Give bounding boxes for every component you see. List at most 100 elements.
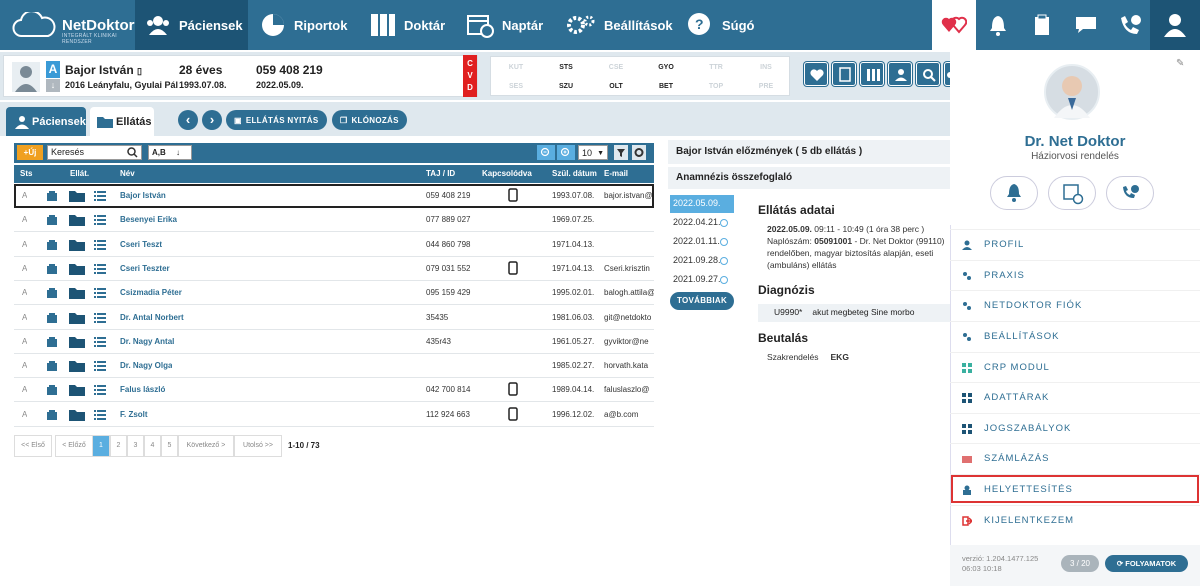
page-button[interactable]: 3	[127, 435, 144, 457]
search-button[interactable]	[916, 62, 940, 86]
list-icon[interactable]	[94, 409, 106, 424]
folder-icon[interactable]	[69, 336, 85, 351]
table-row[interactable]: A Falus lászló 042 700 814 1989.04.14. falus…	[14, 378, 654, 403]
col-sts[interactable]: Sts	[20, 169, 32, 178]
profile-notifications-button[interactable]	[990, 176, 1038, 210]
close-icon[interactable]	[720, 219, 728, 227]
care-box-icon[interactable]	[46, 360, 58, 375]
user-menu-button[interactable]	[1150, 0, 1200, 50]
table-row[interactable]: A Dr. Nagy Olga 1985.02.27. horvath.kata	[14, 354, 654, 379]
first-page-button[interactable]: << Első	[14, 435, 52, 457]
heart-rate-button[interactable]	[804, 62, 828, 86]
menu-settings[interactable]: BEÁLLÍTÁSOK	[950, 321, 1200, 351]
filter-button[interactable]	[614, 145, 628, 160]
binders-button[interactable]	[860, 62, 884, 86]
list-icon[interactable]	[94, 190, 106, 205]
care-box-icon[interactable]	[46, 239, 58, 254]
care-box-icon[interactable]	[46, 263, 58, 278]
col-connected[interactable]: Kapcsolódva	[482, 169, 532, 178]
search-input[interactable]: Keresés	[47, 145, 142, 160]
col-name[interactable]: Név	[120, 169, 135, 178]
list-icon[interactable]	[94, 214, 106, 229]
table-row[interactable]: A Dr. Nagy Antal 435r43 1961.05.27. gyviktor…	[14, 330, 654, 354]
nav-calendar[interactable]: Naptár	[466, 0, 543, 50]
brand-logo[interactable]: NetDoktor INTEGRÁLT KLINIKAI RENDSZER	[0, 0, 135, 50]
folder-icon[interactable]	[69, 263, 85, 278]
folder-icon[interactable]	[69, 360, 85, 375]
next-page-button[interactable]: Következő >	[178, 435, 234, 457]
list-icon[interactable]	[94, 360, 106, 375]
history-date-item[interactable]: 2022.01.11.	[670, 233, 734, 251]
care-box-icon[interactable]	[46, 312, 58, 327]
new-patient-button[interactable]: +Új	[17, 145, 43, 160]
close-icon[interactable]	[720, 257, 728, 265]
list-icon[interactable]	[94, 312, 106, 327]
profile-calls-button[interactable]	[1106, 176, 1154, 210]
table-row[interactable]: A Cseri Teszt 044 860 798 1971.04.13.	[14, 233, 654, 257]
tab-patients[interactable]: Páciensek	[6, 107, 86, 136]
menu-repositories[interactable]: ADATTÁRAK	[950, 382, 1200, 412]
close-icon[interactable]	[720, 238, 728, 246]
nav-help[interactable]: ? Súgó	[686, 0, 755, 50]
cvd-badge[interactable]: CVD	[463, 55, 477, 97]
page-button[interactable]: 4	[144, 435, 161, 457]
folder-icon[interactable]	[69, 214, 85, 229]
clone-button[interactable]: ❐ KLÓNOZÁS	[332, 110, 407, 130]
close-icon[interactable]	[720, 200, 728, 208]
calls-button[interactable]	[1108, 0, 1152, 50]
nav-reports[interactable]: Riportok	[260, 0, 347, 50]
history-date-item[interactable]: 2021.09.27.	[670, 271, 734, 289]
list-icon[interactable]	[94, 384, 106, 399]
care-box-icon[interactable]	[46, 214, 58, 229]
messages-button[interactable]	[1064, 0, 1108, 50]
red-heart-logo-button[interactable]	[932, 0, 976, 50]
arrow-down-icon[interactable]: ↓	[46, 79, 60, 92]
list-icon[interactable]	[94, 263, 106, 278]
edit-pencil-icon[interactable]: ✎	[1176, 58, 1184, 69]
care-box-icon[interactable]	[46, 287, 58, 302]
history-date-item[interactable]: 2022.05.09.	[670, 195, 734, 213]
care-box-icon[interactable]	[46, 384, 58, 399]
menu-crp[interactable]: CRP MODUL	[950, 352, 1200, 382]
history-date-item[interactable]: 2021.09.28.	[670, 252, 734, 270]
prev-arrow-button[interactable]: ‹	[178, 110, 198, 130]
notifications-button[interactable]	[976, 0, 1020, 50]
prev-page-button[interactable]: < Előző	[55, 435, 93, 457]
table-row[interactable]: A Dr. Antal Norbert 35435 1981.06.03. git@ne…	[14, 306, 654, 330]
list-icon[interactable]	[94, 336, 106, 351]
folder-icon[interactable]	[69, 384, 85, 399]
tab-care[interactable]: Ellátás	[90, 107, 154, 136]
nav-patients[interactable]: Páciensek	[135, 0, 248, 50]
page-button[interactable]: 2	[110, 435, 127, 457]
col-email[interactable]: E-mail	[604, 169, 628, 178]
close-icon[interactable]	[720, 276, 728, 284]
counter-badge[interactable]: 3 / 20	[1061, 555, 1099, 572]
page-button[interactable]: 1	[92, 435, 110, 457]
folder-icon[interactable]	[69, 239, 85, 254]
list-icon[interactable]	[94, 239, 106, 254]
last-page-button[interactable]: Utolsó >>	[234, 435, 282, 457]
care-box-icon[interactable]	[46, 336, 58, 351]
patient-card[interactable]: A ↓ Bajor István ▯ 2016 Leányfalu, Gyula…	[3, 55, 478, 97]
table-row[interactable]: A Cseri Teszter 079 031 552 1971.04.13. Cser…	[14, 257, 654, 281]
menu-praxis[interactable]: PRAXIS	[950, 260, 1200, 290]
document-button[interactable]	[832, 62, 856, 86]
table-settings-button[interactable]	[632, 145, 646, 160]
col-taj[interactable]: TAJ / ID	[426, 169, 455, 178]
care-box-icon[interactable]	[46, 409, 58, 424]
folder-icon[interactable]	[69, 409, 85, 424]
zoom-in-button[interactable]	[557, 145, 575, 160]
nav-settings[interactable]: Beállítások	[566, 0, 673, 50]
folder-icon[interactable]	[69, 312, 85, 327]
more-button[interactable]: TOVÁBBIAK	[670, 292, 734, 310]
profile-calendar-button[interactable]	[1048, 176, 1096, 210]
processes-button[interactable]: ⟳ FOLYAMATOK	[1105, 555, 1188, 572]
table-row[interactable]: A Bajor István 059 408 219 1993.07.08. bajor…	[14, 184, 654, 208]
menu-account[interactable]: NETDOKTOR FIÓK	[950, 290, 1200, 320]
menu-logout[interactable]: KIJELENTKEZEM	[950, 505, 1200, 535]
page-size-select[interactable]: 10 ▼	[578, 145, 608, 160]
table-row[interactable]: A Besenyei Erika 077 889 027 1969.07.25.	[14, 208, 654, 233]
col-dob[interactable]: Szül. dátum	[552, 169, 597, 178]
folder-icon[interactable]	[69, 287, 85, 302]
zoom-out-button[interactable]	[537, 145, 555, 160]
